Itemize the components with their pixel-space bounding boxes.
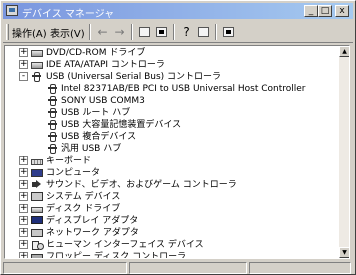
menu-toolbar: 操作(A) 表示(V) ← → ? [3, 21, 353, 43]
close-button[interactable]: x [335, 5, 349, 17]
tree-item-sony-usb-comm3[interactable]: SONY USB COMM3 [5, 95, 335, 107]
computer-icon [31, 169, 43, 177]
disk-drive-icon [31, 207, 43, 213]
status-pane [129, 262, 247, 274]
tree-item-usb-host-controller[interactable]: Intel 82371AB/EB PCI to USB Universal Ho… [5, 83, 335, 95]
expand-icon[interactable]: + [19, 156, 28, 165]
floppy-controller-icon [31, 254, 43, 258]
ide-controller-icon [31, 62, 43, 69]
tree-item-usb-mass-storage[interactable]: USB 大容量記憶装置デバイス [5, 119, 335, 131]
expand-icon[interactable]: + [19, 168, 28, 177]
scroll-up-button[interactable]: ▲ [339, 46, 349, 57]
forward-icon[interactable]: → [112, 25, 127, 39]
toolbar-separator [89, 24, 91, 40]
tree-item-computer[interactable]: + コンピュータ [5, 167, 335, 179]
keyboard-icon [31, 159, 43, 165]
device-manager-icon [6, 5, 18, 16]
expand-icon[interactable]: + [19, 204, 28, 213]
tree-item-display-adapters[interactable]: + ディスプレイ アダプタ [5, 215, 335, 227]
tree-item-label: USB ルート ハブ [61, 108, 131, 118]
usb-device-icon [47, 143, 59, 154]
tree-item-label: USB 大容量記憶装置デバイス [61, 120, 182, 130]
tree-item-label: IDE ATA/ATAPI コントローラ [46, 60, 165, 70]
usb-device-icon [47, 95, 59, 106]
hid-icon [31, 239, 44, 250]
tree-item-usb-root-hub[interactable]: USB ルート ハブ [5, 107, 335, 119]
tree-item-label: Intel 82371AB/EB PCI to USB Universal Ho… [61, 84, 306, 94]
dvd-drive-icon [31, 50, 43, 57]
tree-item-label: システム デバイス [46, 192, 121, 202]
expand-icon[interactable]: + [19, 60, 28, 69]
vertical-scrollbar[interactable]: ▲ ▼ [339, 46, 349, 258]
back-icon[interactable]: ← [95, 25, 110, 39]
tree-item-label: フロッピー ディスク コントローラ [46, 252, 187, 259]
tree-item-label: サウンド、ビデオ、およびゲーム コントローラ [46, 180, 237, 190]
usb-device-icon [47, 107, 59, 118]
help-icon[interactable] [196, 25, 211, 39]
usb-device-icon [47, 131, 59, 142]
usb-device-icon [47, 119, 59, 130]
tree-item-label: キーボード [46, 156, 92, 166]
system-device-icon [31, 192, 43, 201]
status-bar [3, 262, 353, 274]
properties-icon[interactable]: ? [179, 25, 194, 39]
device-manager-window: デバイス マネージャ _ □ x 操作(A) 表示(V) ← → ? + DVD… [0, 0, 356, 275]
tree-item-network-adapters[interactable]: + ネットワーク アダプタ [5, 227, 335, 239]
title-bar[interactable]: デバイス マネージャ _ □ x [3, 3, 353, 20]
tree-item-system-devices[interactable]: + システム デバイス [5, 191, 335, 203]
toolbar-grip[interactable] [6, 24, 9, 40]
device-tree-content: + DVD/CD-ROM ドライブ + IDE ATA/ATAPI コントローラ… [5, 46, 339, 258]
display-adapter-icon [31, 216, 43, 224]
usb-controller-icon [31, 71, 43, 82]
minimize-button[interactable]: _ [304, 5, 318, 17]
maximize-button[interactable]: □ [318, 5, 332, 17]
expand-icon[interactable]: + [19, 180, 28, 189]
tree-item-label: ディスプレイ アダプタ [46, 216, 139, 226]
status-pane [3, 262, 127, 274]
tree-item-generic-usb-hub[interactable]: 汎用 USB ハブ [5, 143, 335, 155]
expand-icon[interactable]: + [19, 228, 28, 237]
tree-item-label: ネットワーク アダプタ [46, 228, 139, 238]
window-title: デバイス マネージャ [22, 9, 115, 20]
expand-icon[interactable]: + [19, 48, 28, 57]
toolbar-separator [131, 24, 133, 40]
tree-item-label: 汎用 USB ハブ [61, 144, 122, 154]
tree-item-keyboards[interactable]: + キーボード [5, 155, 335, 167]
toolbar-separator [173, 24, 175, 40]
toolbar-separator [215, 24, 217, 40]
tree-item-label: コンピュータ [46, 168, 101, 178]
show-hide-tree-icon[interactable] [154, 25, 169, 39]
device-tree[interactable]: + DVD/CD-ROM ドライブ + IDE ATA/ATAPI コントローラ… [4, 45, 350, 259]
up-level-icon[interactable] [137, 25, 152, 39]
tree-item-disk-drives[interactable]: + ディスク ドライブ [5, 203, 335, 215]
tree-item-floppy-controllers[interactable]: + フロッピー ディスク コントローラ [5, 251, 335, 259]
menu-view[interactable]: 表示(V) [50, 25, 85, 40]
tree-item-label: USB (Universal Serial Bus) コントローラ [46, 72, 222, 82]
expand-icon[interactable]: + [19, 240, 28, 249]
tree-item-label: SONY USB COMM3 [61, 96, 145, 106]
tree-item-ide-controller[interactable]: + IDE ATA/ATAPI コントローラ [5, 59, 335, 71]
scroll-down-button[interactable]: ▼ [339, 247, 349, 258]
tree-item-usb-composite-device[interactable]: USB 複合デバイス [5, 131, 335, 143]
expand-icon[interactable]: + [19, 252, 28, 258]
tree-item-label: DVD/CD-ROM ドライブ [46, 48, 146, 58]
scan-hardware-icon[interactable] [221, 25, 236, 39]
tree-item-label: ヒューマン インターフェイス デバイス [46, 240, 204, 250]
tree-item-human-interface-devices[interactable]: + ヒューマン インターフェイス デバイス [5, 239, 335, 251]
sound-icon [31, 179, 43, 190]
tree-item-dvd-drive[interactable]: + DVD/CD-ROM ドライブ [5, 47, 335, 59]
tree-item-label: ディスク ドライブ [46, 204, 121, 214]
status-pane [249, 262, 351, 274]
tree-item-label: USB 複合デバイス [61, 132, 137, 142]
expand-icon[interactable]: + [19, 216, 28, 225]
tree-item-sound-video-game[interactable]: + サウンド、ビデオ、およびゲーム コントローラ [5, 179, 335, 191]
network-adapter-icon [31, 229, 43, 237]
collapse-icon[interactable]: - [19, 72, 28, 81]
expand-icon[interactable]: + [19, 192, 28, 201]
usb-device-icon [47, 83, 59, 94]
tree-item-usb-controllers[interactable]: - USB (Universal Serial Bus) コントローラ [5, 71, 335, 83]
menu-action[interactable]: 操作(A) [12, 25, 47, 40]
